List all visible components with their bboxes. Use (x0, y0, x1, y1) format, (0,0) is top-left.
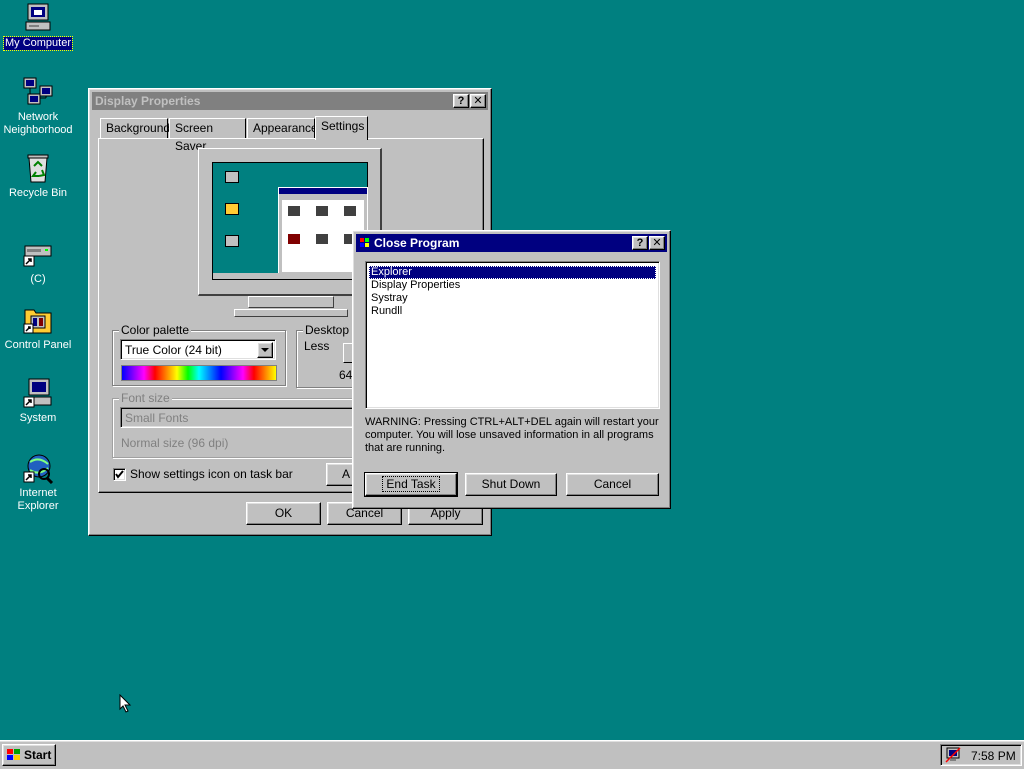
font-size-label: Font size (119, 391, 172, 405)
taskbar: Start 7:58 PM (0, 740, 1024, 769)
color-palette-select[interactable]: True Color (24 bit) (120, 339, 276, 360)
display-properties-titlebar[interactable]: Display Properties ? ✕ (92, 92, 488, 110)
show-settings-checkbox[interactable] (113, 468, 126, 481)
dropdown-arrow-button[interactable] (257, 342, 273, 358)
chevron-down-icon (261, 348, 269, 352)
color-palette-value: True Color (24 bit) (125, 343, 222, 357)
program-list[interactable]: Explorer Display Properties Systray Rund… (365, 261, 660, 409)
close-program-titlebar[interactable]: Close Program ? ✕ (356, 234, 667, 252)
ok-button[interactable]: OK (246, 502, 321, 525)
clock[interactable]: 7:58 PM (971, 749, 1016, 763)
drive-c-shortcut-icon (22, 238, 54, 270)
close-button[interactable]: ✕ (470, 94, 486, 108)
preview-icon (225, 235, 239, 247)
close-program-window: Close Program ? ✕ Explorer Display Prope… (352, 230, 671, 509)
windows-logo-icon (7, 749, 20, 760)
start-button[interactable]: Start (2, 744, 56, 766)
tab-appearance[interactable]: Appearance (247, 118, 318, 138)
desktop-icon-label: Recycle Bin (8, 187, 68, 199)
font-size-select[interactable]: Small Fonts (120, 407, 360, 428)
monitor-base (234, 309, 348, 317)
desktop-icon-drive-c[interactable]: (C) (0, 238, 76, 286)
control-panel-icon (22, 304, 54, 336)
close-button[interactable]: ✕ (649, 236, 665, 250)
desktop-area-less-label: Less (304, 339, 330, 353)
cancel-button[interactable]: Cancel (566, 473, 659, 496)
network-neighborhood-icon (22, 76, 54, 108)
list-item-rundll[interactable]: Rundll (369, 305, 656, 318)
desktop-icon-label: Control Panel (4, 339, 72, 351)
tab-screen-saver[interactable]: Screen Saver (169, 118, 246, 153)
preview-taskbar (213, 273, 367, 279)
tab-background[interactable]: Background (100, 118, 170, 138)
internet-explorer-icon (22, 452, 54, 485)
help-button[interactable]: ? (632, 236, 648, 250)
desktop-icon-label: Internet Explorer (17, 487, 59, 512)
color-palette-label: Color palette (119, 323, 192, 337)
list-item-explorer[interactable]: Explorer (369, 266, 656, 279)
desktop-icon-internet-explorer[interactable]: Internet Explorer (0, 452, 76, 513)
help-button[interactable]: ? (453, 94, 469, 108)
mouse-cursor-icon (119, 694, 132, 713)
system-tray: 7:58 PM (940, 744, 1022, 766)
color-spectrum-bar (121, 365, 277, 381)
restart-warning-text: WARNING: Pressing CTRL+ALT+DEL again wil… (365, 416, 659, 454)
preview-icon (225, 203, 239, 215)
checkmark-icon (115, 470, 124, 479)
font-size-value: Small Fonts (125, 411, 189, 425)
desktop-icon-label: Network Neighborhood (3, 111, 73, 136)
desktop-icon-recycle-bin[interactable]: Recycle Bin (0, 152, 76, 200)
display-settings-tray-icon[interactable] (945, 747, 961, 763)
desktop-icon-system[interactable]: System (0, 377, 76, 425)
shut-down-button[interactable]: Shut Down (465, 473, 557, 496)
window-title: Display Properties (95, 94, 201, 108)
desktop-icon-label: (C) (30, 273, 46, 285)
show-settings-label: Show settings icon on task bar (130, 467, 293, 481)
desktop-icon-label: My Computer (2, 36, 74, 51)
list-item-systray[interactable]: Systray (369, 292, 656, 305)
font-size-note: Normal size (96 dpi) (121, 436, 229, 450)
preview-window-titlebar (279, 188, 367, 194)
list-item-display-properties[interactable]: Display Properties (369, 279, 656, 292)
window-title: Close Program (374, 236, 460, 250)
desktop-icon-label: System (19, 412, 57, 424)
recycle-bin-icon (22, 152, 54, 184)
system-shortcut-icon (22, 377, 54, 409)
my-computer-icon (22, 2, 54, 34)
preview-icon (225, 171, 239, 183)
end-task-button[interactable]: End Task (364, 472, 458, 497)
desktop-icon-network-neighborhood[interactable]: Network Neighborhood (0, 76, 76, 137)
close-program-app-icon (360, 238, 369, 247)
tab-settings[interactable]: Settings (315, 116, 368, 140)
desktop-icon-control-panel[interactable]: Control Panel (0, 304, 76, 352)
desktop-icon-my-computer[interactable]: My Computer (0, 2, 76, 51)
monitor-stand (248, 296, 334, 308)
preview-screen (212, 162, 368, 280)
start-label: Start (24, 748, 52, 762)
end-task-label: End Task (382, 476, 440, 492)
desktop-area-value: 64 (339, 368, 353, 382)
